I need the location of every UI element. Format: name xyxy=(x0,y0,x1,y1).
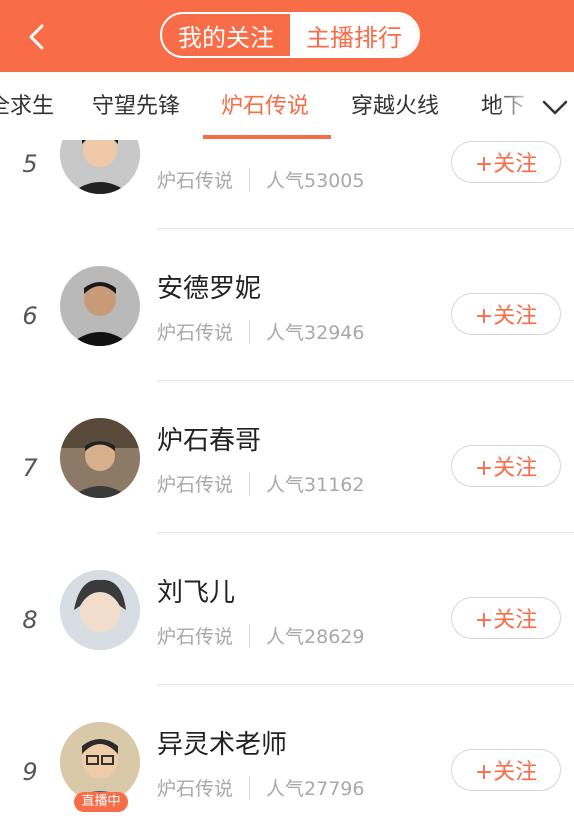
avatar[interactable] xyxy=(60,140,140,194)
follow-button[interactable]: +关注 xyxy=(451,141,561,183)
follow-button[interactable]: +关注 xyxy=(451,293,561,335)
popularity-label: 人气32946 xyxy=(266,322,365,344)
streamer-meta: 炉石传说 人气28629 xyxy=(157,622,364,649)
category-tabs: 全求生 守望先锋 炉石传说 穿越火线 地下 xyxy=(0,72,574,140)
avatar[interactable] xyxy=(60,266,140,346)
list-item[interactable]: 7 炉石春哥 炉石传说 人气31162 +关注 xyxy=(0,382,574,534)
category-tab-2[interactable]: 守望先锋 xyxy=(92,72,180,140)
streamer-meta: 炉石传说 人气53005 xyxy=(157,166,364,193)
follow-button[interactable]: +关注 xyxy=(451,445,561,487)
streamer-list: 5 熊 炉石传说 人气53005 +关注 6 xyxy=(0,140,574,833)
more-categories-button[interactable] xyxy=(538,90,572,124)
list-item[interactable]: 6 安德罗妮 炉石传说 人气32946 +关注 xyxy=(0,230,574,382)
rank-number: 9 xyxy=(22,758,38,786)
meta-divider xyxy=(249,471,251,496)
rank-number: 7 xyxy=(22,454,38,482)
list-item[interactable]: 5 熊 炉石传说 人气53005 +关注 xyxy=(0,140,574,230)
follow-button[interactable]: +关注 xyxy=(451,749,561,791)
row-divider xyxy=(157,228,574,229)
header-tab-switch: 我的关注 主播排行 xyxy=(160,12,420,58)
avatar[interactable] xyxy=(60,570,140,650)
follow-button[interactable]: +关注 xyxy=(451,597,561,639)
avatar[interactable] xyxy=(60,418,140,498)
popularity-label: 人气27796 xyxy=(266,778,365,800)
tab-streamer-ranking[interactable]: 主播排行 xyxy=(290,14,418,56)
category-tab-1[interactable]: 全求生 xyxy=(0,72,54,140)
meta-divider xyxy=(249,319,251,344)
streamer-name: 刘飞儿 xyxy=(157,578,236,608)
tab-my-follows[interactable]: 我的关注 xyxy=(162,14,290,56)
streamer-meta: 炉石传说 人气32946 xyxy=(157,318,364,345)
meta-divider xyxy=(249,167,251,192)
game-label: 炉石传说 xyxy=(157,778,234,800)
streamer-meta: 炉石传说 人气27796 xyxy=(157,774,364,801)
streamer-name: 炉石春哥 xyxy=(157,426,262,456)
game-label: 炉石传说 xyxy=(157,170,234,192)
live-badge: 直播中 xyxy=(74,792,128,812)
popularity-label: 人气28629 xyxy=(266,626,365,648)
avatar[interactable] xyxy=(60,722,140,802)
category-tab-3[interactable]: 炉石传说 xyxy=(221,72,309,140)
row-divider xyxy=(157,684,574,685)
tab-fade xyxy=(495,72,535,140)
list-item[interactable]: 8 刘飞儿 炉石传说 人气28629 +关注 xyxy=(0,534,574,686)
streamer-name: 异灵术老师 xyxy=(157,730,288,760)
rank-number: 5 xyxy=(22,150,38,178)
back-button[interactable] xyxy=(22,20,56,54)
list-item[interactable]: 9 直播中 异灵术老师 炉石传说 人气27796 +关注 xyxy=(0,686,574,833)
popularity-label: 人气53005 xyxy=(266,170,365,192)
game-label: 炉石传说 xyxy=(157,322,234,344)
row-divider xyxy=(157,380,574,381)
chevron-left-icon xyxy=(29,24,44,50)
row-divider xyxy=(157,532,574,533)
active-tab-indicator xyxy=(203,135,331,139)
chevron-down-icon xyxy=(542,100,568,115)
category-tab-4[interactable]: 穿越火线 xyxy=(351,72,439,140)
rank-number: 6 xyxy=(22,302,38,330)
rank-number: 8 xyxy=(22,606,38,634)
game-label: 炉石传说 xyxy=(157,626,234,648)
streamer-meta: 炉石传说 人气31162 xyxy=(157,470,364,497)
meta-divider xyxy=(249,775,251,800)
top-bar: 我的关注 主播排行 xyxy=(0,0,574,72)
game-label: 炉石传说 xyxy=(157,474,234,496)
popularity-label: 人气31162 xyxy=(266,474,365,496)
streamer-name: 安德罗妮 xyxy=(157,274,262,304)
meta-divider xyxy=(249,623,251,648)
